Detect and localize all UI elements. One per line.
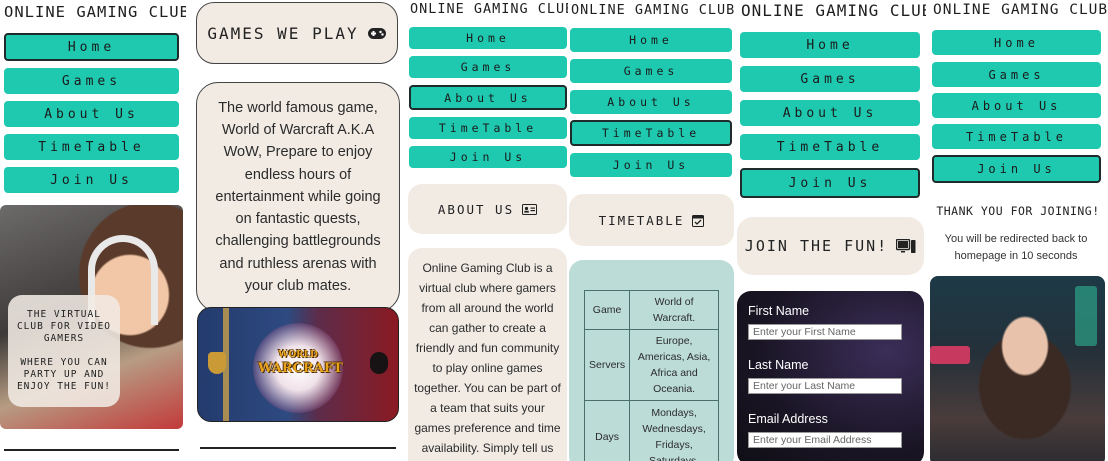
computer-icon xyxy=(896,238,916,254)
about-description-card: Online Gaming Club is a virtual club whe… xyxy=(408,248,567,461)
join-title-card: JOIN THE FUN! xyxy=(737,217,924,275)
timetable-section-title: TIMETABLE xyxy=(598,212,685,228)
hero-photo: THE VIRTUAL CLUB FOR VIDEO GAMERS WHERE … xyxy=(0,205,183,429)
nav-timetable-button[interactable]: TimeTable xyxy=(570,120,732,146)
nav-games-button[interactable]: Games xyxy=(4,68,179,94)
nav-home-button[interactable]: Home xyxy=(740,32,920,58)
nav-timetable-button[interactable]: TimeTable xyxy=(4,134,179,160)
alliance-crest-icon xyxy=(208,352,226,374)
games-section-title: GAMES WE PLAY xyxy=(207,23,359,43)
nav-games-button[interactable]: Games xyxy=(570,59,732,83)
site-title: ONLINE GAMING CLUB xyxy=(4,3,186,21)
last-name-label: Last Name xyxy=(748,358,809,372)
nav-home-button[interactable]: Home xyxy=(570,28,732,52)
nav-join-button[interactable]: Join Us xyxy=(4,167,179,193)
site-title: ONLINE GAMING CLUB xyxy=(933,2,1108,18)
nav-timetable-button[interactable]: TimeTable xyxy=(740,134,920,160)
join-section-title: JOIN THE FUN! xyxy=(744,237,889,255)
hero-overlay-card: THE VIRTUAL CLUB FOR VIDEO GAMERS WHERE … xyxy=(8,295,120,407)
screen-timetable: ONLINE GAMING CLUB Home Games About Us T… xyxy=(568,0,736,461)
site-title: ONLINE GAMING CLUB xyxy=(741,1,926,20)
about-title-card: ABOUT US xyxy=(408,184,567,234)
nav-join-button[interactable]: Join Us xyxy=(409,146,567,168)
wow-banner: WORLD WARCRAFT xyxy=(197,307,399,422)
nav-join-button[interactable]: Join Us xyxy=(570,153,732,177)
footer-divider xyxy=(200,447,396,449)
nav-about-button[interactable]: About Us xyxy=(570,90,732,114)
nav-games-button[interactable]: Games xyxy=(409,56,567,78)
hero-subtagline: WHERE YOU CAN PARTY UP AND ENJOY THE FUN… xyxy=(16,357,112,392)
table-row: Game World of Warcraft. xyxy=(583,290,719,330)
table-row: Servers Europe, Americas, Asia, Africa a… xyxy=(583,329,719,401)
screen-home: ONLINE GAMING CLUB Home Games About Us T… xyxy=(0,0,186,461)
join-form: First Name Enter your First Name Last Na… xyxy=(737,291,924,461)
wow-logo: WORLD WARCRAFT xyxy=(258,350,343,376)
nav-about-button[interactable]: About Us xyxy=(932,93,1101,118)
about-section-title: ABOUT US xyxy=(437,201,515,217)
id-card-icon xyxy=(522,203,538,215)
nav-join-button[interactable]: Join Us xyxy=(740,168,920,198)
screen-games: GAMES WE PLAY The world famous game, Wor… xyxy=(190,0,404,461)
nav-timetable-button[interactable]: TimeTable xyxy=(409,117,567,139)
nav-about-button[interactable]: About Us xyxy=(409,85,567,110)
about-description: Online Gaming Club is a virtual club whe… xyxy=(414,261,561,455)
gamepad-icon xyxy=(367,27,387,40)
table-cell-label: Days xyxy=(583,400,631,461)
games-description: The world famous game, World of Warcraft… xyxy=(215,99,381,295)
screen-about: ONLINE GAMING CLUB Home Games About Us T… xyxy=(406,0,568,461)
nav-join-button[interactable]: Join Us xyxy=(932,155,1101,183)
nav-games-button[interactable]: Games xyxy=(932,62,1101,87)
thank-you-heading: THANK YOU FOR JOINING! xyxy=(936,204,1100,218)
redirect-message: You will be redirected back to homepage … xyxy=(944,233,1088,262)
email-input[interactable]: Enter your Email Address xyxy=(748,432,902,448)
footer-divider xyxy=(4,449,179,451)
nav-home-button[interactable]: Home xyxy=(409,27,567,49)
nav-about-button[interactable]: About Us xyxy=(4,101,179,127)
table-cell-value: Europe, Americas, Asia, Africa and Ocean… xyxy=(629,329,719,401)
nav-home-button[interactable]: Home xyxy=(932,30,1101,55)
site-title: ONLINE GAMING CLUB xyxy=(410,1,568,17)
site-title: ONLINE GAMING CLUB xyxy=(571,2,736,18)
calendar-icon xyxy=(692,214,705,227)
nav-home-button[interactable]: Home xyxy=(4,33,179,61)
neon-sign-graphic xyxy=(930,346,970,364)
games-title-card: GAMES WE PLAY xyxy=(196,2,398,64)
gamer-photo xyxy=(930,276,1105,461)
horde-crest-icon xyxy=(370,352,388,374)
timetable-title-card: TIMETABLE xyxy=(569,194,734,246)
neon-light-graphic xyxy=(1075,286,1097,346)
table-cell-value: World of Warcraft. xyxy=(629,290,719,330)
table-row: Days Mondays, Wednesdays, Fridays, Satur… xyxy=(583,400,719,461)
timetable-table: Game World of Warcraft. Servers Europe, … xyxy=(583,290,719,461)
hero-tagline: THE VIRTUAL CLUB FOR VIDEO GAMERS xyxy=(16,309,112,344)
table-cell-label: Servers xyxy=(583,329,631,401)
email-label: Email Address xyxy=(748,412,828,426)
games-description-card: The world famous game, World of Warcraft… xyxy=(196,82,400,312)
first-name-label: First Name xyxy=(748,304,810,318)
table-cell-label: Game xyxy=(583,290,631,330)
last-name-input[interactable]: Enter your Last Name xyxy=(748,378,902,394)
first-name-input[interactable]: Enter your First Name xyxy=(748,324,902,340)
nav-games-button[interactable]: Games xyxy=(740,66,920,92)
nav-timetable-button[interactable]: TimeTable xyxy=(932,124,1101,149)
nav-about-button[interactable]: About Us xyxy=(740,100,920,126)
table-cell-value: Mondays, Wednesdays, Fridays, Saturdays. xyxy=(629,400,719,461)
